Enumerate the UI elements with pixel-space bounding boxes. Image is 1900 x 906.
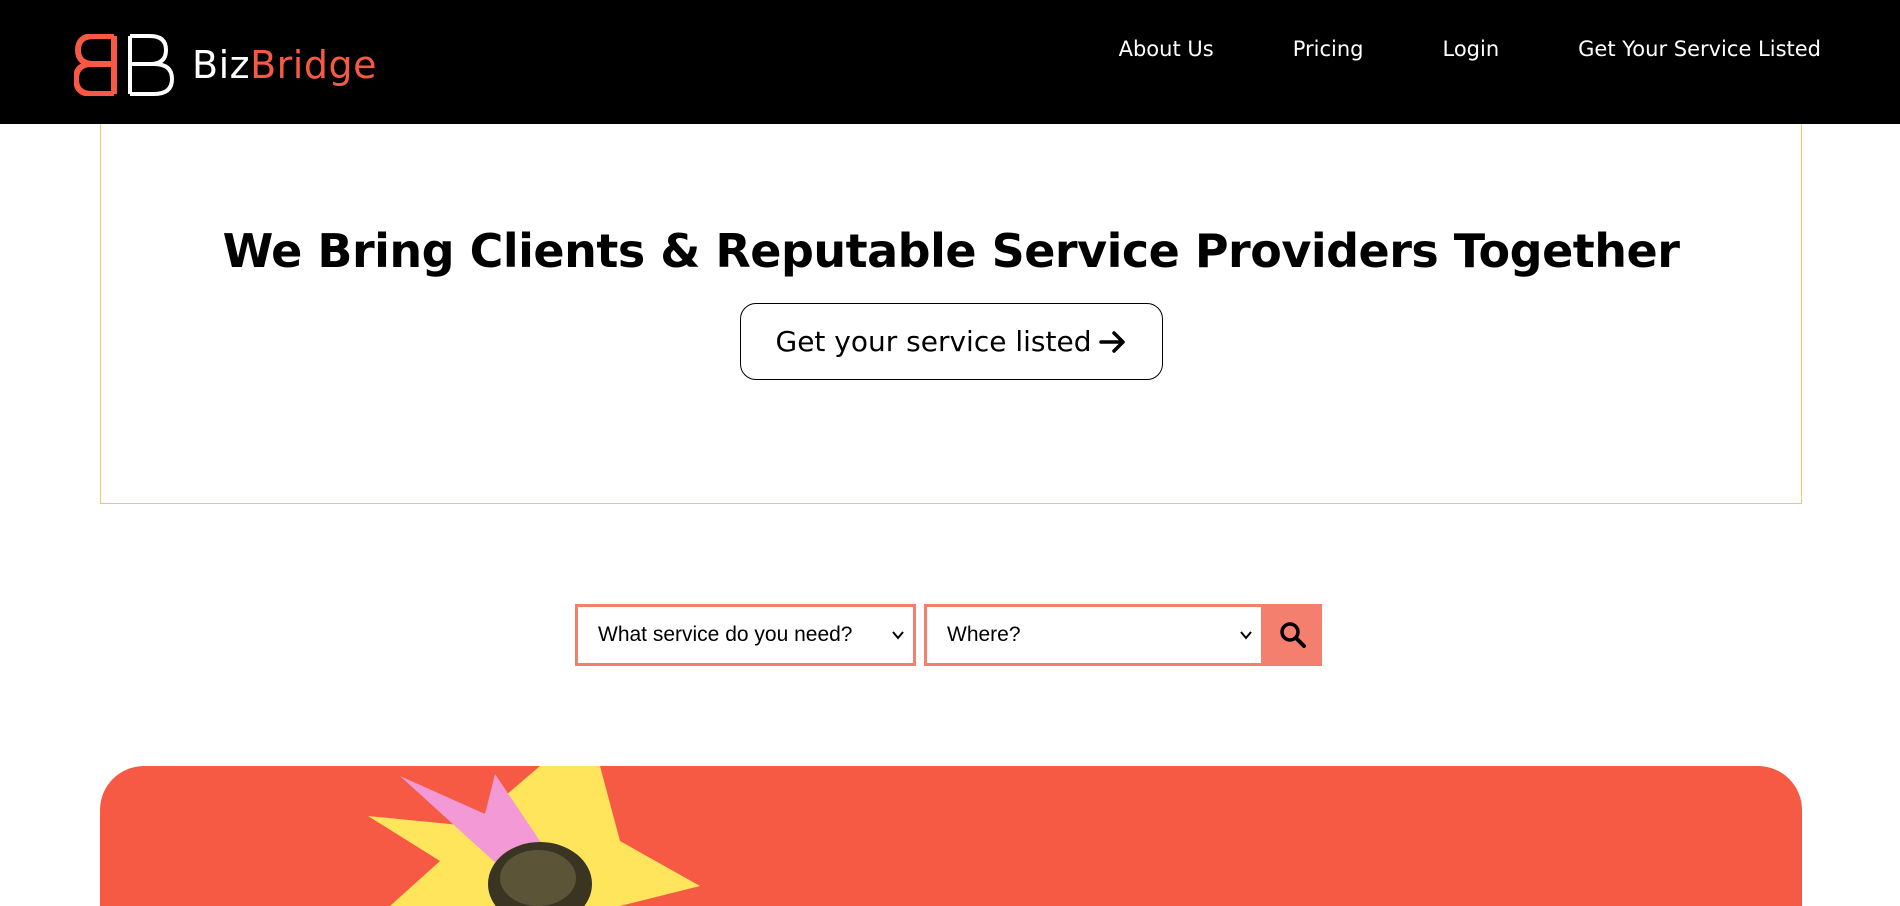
- chevron-down-icon: [892, 631, 904, 640]
- get-service-listed-button[interactable]: Get your service listed: [740, 303, 1163, 380]
- nav-login[interactable]: Login: [1442, 37, 1499, 61]
- service-select[interactable]: What service do you need?: [575, 604, 916, 666]
- cta-label: Get your service listed: [775, 325, 1092, 358]
- main-nav: About Us Pricing Login Get Your Service …: [1119, 37, 1821, 61]
- search-button[interactable]: [1264, 604, 1322, 666]
- hero-section: We Bring Clients & Reputable Service Pro…: [100, 124, 1802, 504]
- location-select-value: Where?: [947, 623, 1021, 646]
- brand-name: BizBridge: [192, 43, 377, 87]
- brand-logo[interactable]: BizBridge: [74, 34, 377, 96]
- nav-get-service-listed[interactable]: Get Your Service Listed: [1578, 37, 1821, 61]
- search-bar: What service do you need? Where?: [575, 604, 1322, 666]
- bizbridge-logo-icon: [74, 34, 175, 96]
- service-select-value: What service do you need?: [598, 623, 853, 646]
- search-icon: [1280, 622, 1306, 648]
- site-header: BizBridge About Us Pricing Login Get You…: [0, 0, 1900, 124]
- promo-banner: [100, 766, 1802, 906]
- arrow-right-icon: [1099, 330, 1126, 353]
- hero-title: We Bring Clients & Reputable Service Pro…: [222, 224, 1680, 278]
- chevron-down-icon: [1240, 631, 1252, 640]
- location-select[interactable]: Where?: [924, 604, 1264, 666]
- nav-pricing[interactable]: Pricing: [1293, 37, 1364, 61]
- nav-about-us[interactable]: About Us: [1119, 37, 1214, 61]
- banner-illustration: [368, 766, 700, 906]
